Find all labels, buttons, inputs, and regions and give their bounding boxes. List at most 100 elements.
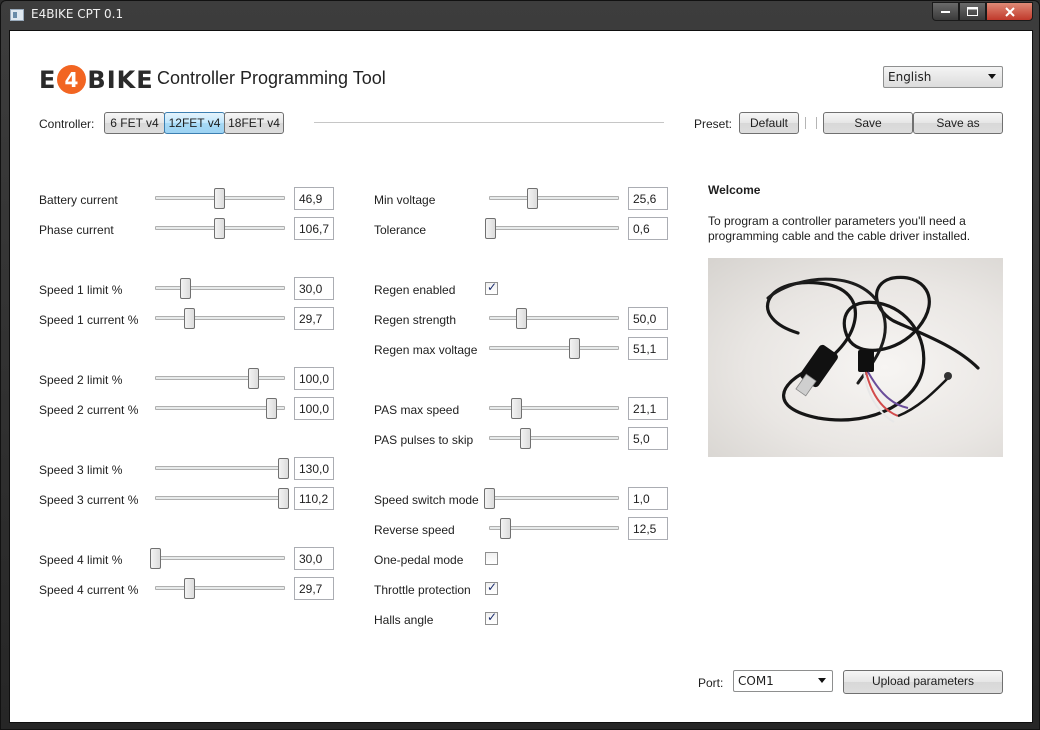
language-select[interactable]: English — [883, 66, 1003, 88]
speed4-limit-input[interactable]: 30,0 — [294, 547, 334, 570]
speed1-limit-slider-track — [155, 286, 285, 290]
param-label: Speed 3 current % — [39, 493, 139, 507]
param-label: Speed 4 current % — [39, 583, 139, 597]
welcome-text: To program a controller parameters you'l… — [708, 214, 971, 243]
speed3-current-slider-track — [155, 496, 285, 500]
speed1-limit-slider[interactable] — [180, 278, 191, 299]
speed2-current-slider[interactable] — [266, 398, 277, 419]
logo-text-bike: BIKE — [87, 65, 154, 94]
speed4-limit-slider[interactable] — [150, 548, 161, 569]
regen-strength-input[interactable]: 50,0 — [628, 307, 668, 330]
speed2-limit-slider[interactable] — [248, 368, 259, 389]
halls-angle-checkbox[interactable]: ✓ — [485, 610, 498, 625]
param-label: Battery current — [39, 193, 118, 207]
check-icon: ✓ — [487, 610, 498, 624]
toolbar-separator — [805, 117, 806, 129]
upload-parameters-button[interactable]: Upload parameters — [843, 670, 1003, 694]
battery-current-slider[interactable] — [214, 188, 225, 209]
port-select-value: COM1 — [738, 674, 774, 688]
page-title: Controller Programming Tool — [157, 68, 386, 88]
chevron-down-icon — [988, 74, 996, 79]
pas-max-speed-slider[interactable] — [511, 398, 522, 419]
minimize-button[interactable] — [932, 2, 959, 21]
speed3-current-input[interactable]: 110,2 — [294, 487, 334, 510]
save-as-button[interactable]: Save as — [913, 112, 1003, 134]
controller-option-6fet[interactable]: 6 FET v4 — [104, 112, 165, 134]
regen-max-voltage-slider-track — [489, 346, 619, 350]
speed2-limit-input[interactable]: 100,0 — [294, 367, 334, 390]
welcome-heading: Welcome — [708, 183, 761, 197]
pas-max-speed-slider-track — [489, 406, 619, 410]
controller-label: Controller: — [39, 117, 95, 131]
speed1-current-input[interactable]: 29,7 — [294, 307, 334, 330]
param-label: Halls angle — [374, 613, 434, 627]
speed3-limit-input[interactable]: 130,0 — [294, 457, 334, 480]
pas-pulses-slider[interactable] — [520, 428, 531, 449]
param-label: Speed 1 limit % — [39, 283, 123, 297]
min-voltage-slider-track — [489, 196, 619, 200]
pas-pulses-slider-track — [489, 436, 619, 440]
param-label: Min voltage — [374, 193, 436, 207]
speed3-current-slider[interactable] — [278, 488, 289, 509]
param-label: One-pedal mode — [374, 553, 464, 567]
speed4-current-slider-track — [155, 586, 285, 590]
speed1-current-slider[interactable] — [184, 308, 195, 329]
regen-max-voltage-slider[interactable] — [569, 338, 580, 359]
usb-cable-image — [766, 275, 980, 423]
param-label: Regen enabled — [374, 283, 456, 297]
chevron-down-icon — [818, 678, 826, 683]
tolerance-slider[interactable] — [485, 218, 496, 239]
speed4-current-slider[interactable] — [184, 578, 195, 599]
logo-four-badge: 4 — [57, 65, 87, 94]
speed2-limit-slider-track — [155, 376, 285, 380]
tolerance-slider-track — [489, 226, 619, 230]
check-icon: ✓ — [487, 280, 498, 294]
phase-current-input[interactable]: 106,7 — [294, 217, 334, 240]
app-icon — [10, 9, 24, 21]
title-bar[interactable]: E4BIKE CPT 0.1 — [1, 1, 1039, 29]
controller-option-18fet[interactable]: 18FET v4 — [224, 112, 284, 134]
port-label: Port: — [698, 676, 724, 690]
param-label: Regen strength — [374, 313, 457, 327]
pas-pulses-input[interactable]: 5,0 — [628, 427, 668, 450]
close-button[interactable] — [986, 2, 1033, 21]
reverse-speed-slider[interactable] — [500, 518, 511, 539]
param-label: Phase current — [39, 223, 114, 237]
controller-option-12fet[interactable]: 12FET v4 — [164, 112, 225, 134]
regen-enabled-checkbox[interactable]: ✓ — [485, 280, 498, 295]
e4bike-logo: E 4 BIKE — [39, 65, 154, 94]
save-button[interactable]: Save — [823, 112, 913, 134]
min-voltage-slider[interactable] — [527, 188, 538, 209]
toolbar-separator — [816, 117, 817, 129]
programming-cable-photo — [708, 258, 1003, 457]
phase-current-slider[interactable] — [214, 218, 225, 239]
speed3-limit-slider-track — [155, 466, 285, 470]
speed-switch-mode-slider[interactable] — [484, 488, 495, 509]
speed4-limit-slider-track — [155, 556, 285, 560]
regen-strength-slider-track — [489, 316, 619, 320]
speed2-current-input[interactable]: 100,0 — [294, 397, 334, 420]
battery-current-input[interactable]: 46,9 — [294, 187, 334, 210]
port-select[interactable]: COM1 — [733, 670, 833, 692]
check-icon: ✓ — [487, 580, 498, 594]
regen-strength-slider[interactable] — [516, 308, 527, 329]
param-label: Tolerance — [374, 223, 427, 237]
param-label: PAS pulses to skip — [374, 433, 474, 447]
throttle-protection-checkbox[interactable]: ✓ — [485, 580, 498, 595]
speed1-limit-input[interactable]: 30,0 — [294, 277, 334, 300]
speed3-limit-slider[interactable] — [278, 458, 289, 479]
param-label: Regen max voltage — [374, 343, 478, 357]
param-label: Speed 1 current % — [39, 313, 139, 327]
regen-max-voltage-input[interactable]: 51,1 — [628, 337, 668, 360]
language-select-value: English — [888, 70, 932, 84]
default-preset-button[interactable]: Default — [739, 112, 799, 134]
reverse-speed-input[interactable]: 12,5 — [628, 517, 668, 540]
speed-switch-mode-input[interactable]: 1,0 — [628, 487, 668, 510]
pas-max-speed-input[interactable]: 21,1 — [628, 397, 668, 420]
param-label: Throttle protection — [374, 583, 471, 597]
speed4-current-input[interactable]: 29,7 — [294, 577, 334, 600]
min-voltage-input[interactable]: 25,6 — [628, 187, 668, 210]
maximize-button[interactable] — [959, 2, 986, 21]
one-pedal-mode-checkbox[interactable] — [485, 552, 498, 565]
tolerance-input[interactable]: 0,6 — [628, 217, 668, 240]
